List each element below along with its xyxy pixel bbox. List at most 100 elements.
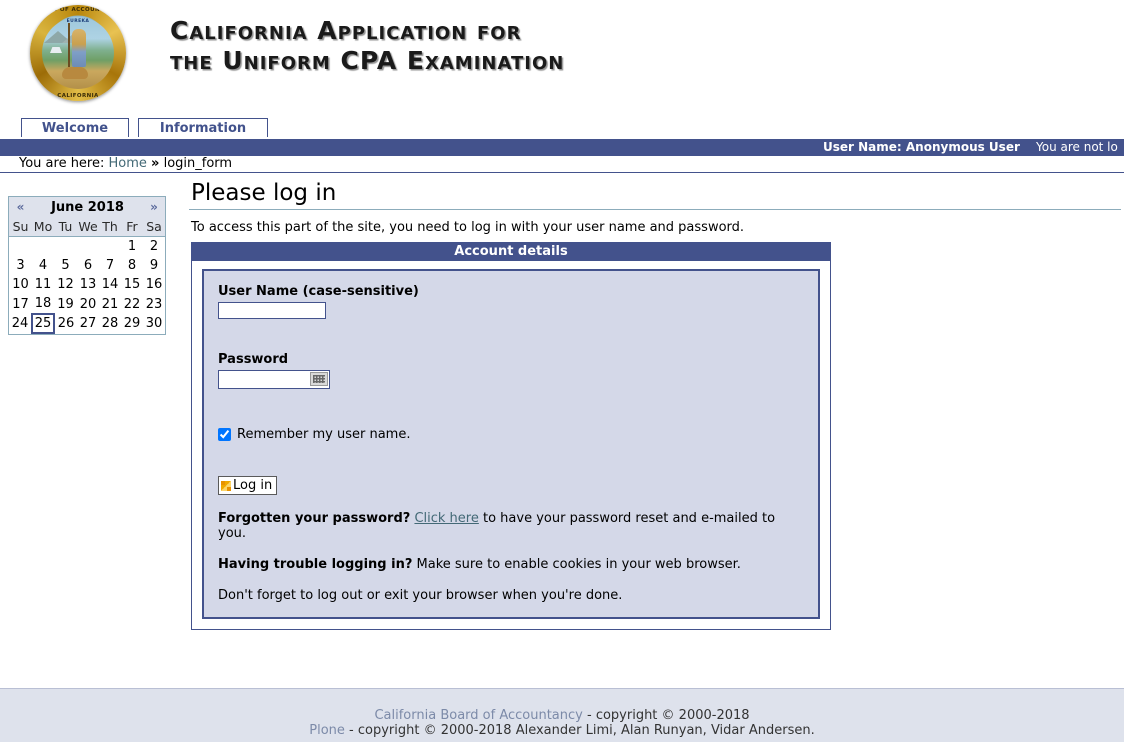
calendar-day: 21 bbox=[101, 296, 119, 312]
calendar-day: 15 bbox=[123, 277, 141, 292]
calendar-day-today: 25 bbox=[31, 313, 55, 334]
site-header: BOARD OF ACCOUNTANCY EUREKA CALIFORNIA C… bbox=[0, 0, 1124, 113]
calendar-day: 12 bbox=[57, 277, 74, 292]
seal-illustration bbox=[42, 17, 114, 89]
footer-line-1: California Board of Accountancy - copyri… bbox=[0, 708, 1124, 723]
calendar-dow-th: Th bbox=[99, 217, 121, 237]
password-label: Password bbox=[218, 352, 289, 367]
forgot-password-prompt: Forgotten your password? bbox=[218, 511, 411, 526]
calendar-day: 7 bbox=[105, 258, 115, 273]
footer-line-2: Plone - copyright © 2000-2018 Alexander … bbox=[0, 723, 1124, 738]
footer-cba-link[interactable]: California Board of Accountancy bbox=[374, 708, 582, 723]
calendar-day: 19 bbox=[57, 296, 74, 312]
calendar-day: 6 bbox=[83, 258, 93, 273]
site-footer: California Board of Accountancy - copyri… bbox=[0, 688, 1124, 742]
username-input[interactable] bbox=[218, 302, 326, 319]
calendar-dow-row: Su Mo Tu We Th Fr Sa bbox=[9, 217, 165, 237]
log-in-button[interactable]: Log in bbox=[218, 476, 278, 495]
login-form-panel: Account details User Name (case-sensitiv… bbox=[191, 242, 831, 630]
log-in-button-label: Log in bbox=[233, 478, 273, 493]
calendar-dow-su: Su bbox=[9, 217, 32, 237]
remember-username-checkbox[interactable] bbox=[218, 428, 231, 441]
calendar-week-row: 3 4 5 6 7 8 9 bbox=[9, 256, 165, 275]
calendar-day bbox=[32, 237, 54, 257]
calendar-day: 1 bbox=[127, 239, 137, 254]
tab-information[interactable]: Information bbox=[138, 118, 268, 137]
tab-welcome[interactable]: Welcome bbox=[21, 118, 129, 137]
footer-cba-copyright: - copyright © 2000-2018 bbox=[582, 708, 750, 723]
user-status-bar: User Name: Anonymous User You are not lo bbox=[0, 139, 1124, 156]
calendar-day: 20 bbox=[79, 296, 97, 312]
forgot-password-link[interactable]: Click here bbox=[414, 511, 478, 526]
site-title-line-1: California Application for bbox=[170, 16, 522, 45]
calendar-week-row: 24 25 26 27 28 29 30 bbox=[9, 313, 165, 334]
site-title-line-2: the Uniform CPA Examination bbox=[170, 46, 565, 75]
calendar-day: 17 bbox=[12, 296, 29, 312]
calendar-dow-mo: Mo bbox=[32, 217, 54, 237]
calendar-dow-sa: Sa bbox=[143, 217, 165, 237]
seal-top-text: BOARD OF ACCOUNTANCY bbox=[33, 7, 123, 13]
calendar-dow-tu: Tu bbox=[54, 217, 77, 237]
calendar-day: 3 bbox=[16, 258, 25, 273]
calendar-week-row: 10 11 12 13 14 15 16 bbox=[9, 275, 165, 294]
forgot-password-line: Forgotten your password? Click here to h… bbox=[218, 511, 804, 541]
user-name-label: User Name: Anonymous User bbox=[823, 140, 1020, 154]
password-field-wrapper bbox=[218, 370, 330, 389]
calendar-day bbox=[9, 237, 32, 257]
footer-plone-copyright: - copyright © 2000-2018 Alexander Limi, … bbox=[344, 723, 815, 738]
calendar-day: 10 bbox=[12, 277, 29, 292]
trouble-logging-in-line: Having trouble logging in? Make sure to … bbox=[218, 557, 804, 572]
account-details-header: Account details bbox=[192, 243, 830, 261]
calendar-week-row: 17 18 19 20 21 22 23 bbox=[9, 294, 165, 314]
calendar-portlet: « June 2018 » Su Mo Tu We Th Fr Sa 1 2 3… bbox=[8, 196, 166, 335]
remember-username-label[interactable]: Remember my user name. bbox=[237, 427, 410, 442]
calendar-day: 4 bbox=[38, 258, 48, 273]
global-navigation-tabs: Welcome Information bbox=[0, 118, 1124, 140]
calendar-day: 23 bbox=[145, 296, 163, 312]
calendar-dow-fr: Fr bbox=[121, 217, 143, 237]
breadcrumb-link-home[interactable]: Home bbox=[109, 156, 147, 171]
trouble-prompt: Having trouble logging in? bbox=[218, 557, 413, 572]
breadcrumb-prefix: You are here: bbox=[19, 156, 105, 171]
breadcrumb: You are here: Home » login_form bbox=[0, 156, 1124, 173]
login-arrow-icon bbox=[221, 480, 231, 491]
calendar-table: « June 2018 » Su Mo Tu We Th Fr Sa 1 2 3… bbox=[9, 197, 165, 334]
calendar-day: 30 bbox=[145, 316, 163, 331]
calendar-day: 13 bbox=[79, 277, 97, 292]
breadcrumb-separator: » bbox=[151, 156, 160, 171]
login-status-label: You are not lo bbox=[1036, 140, 1118, 154]
breadcrumb-current: login_form bbox=[163, 156, 233, 171]
calendar-day: 22 bbox=[123, 296, 141, 312]
calendar-day: 2 bbox=[149, 239, 159, 254]
calendar-week-row: 1 2 bbox=[9, 237, 165, 257]
calendar-prev-month-icon[interactable]: « bbox=[9, 197, 32, 217]
keyboard-icon[interactable] bbox=[310, 372, 328, 386]
calendar-day: 24 bbox=[11, 316, 29, 331]
calendar-day: 14 bbox=[101, 277, 119, 292]
logout-reminder: Don't forget to log out or exit your bro… bbox=[218, 588, 623, 603]
calendar-day: 11 bbox=[34, 277, 52, 292]
calendar-day bbox=[99, 237, 121, 257]
calendar-day: 18 bbox=[34, 296, 52, 311]
login-form-fields: User Name (case-sensitive) Password Reme… bbox=[202, 269, 820, 619]
footer-plone-link[interactable]: Plone bbox=[309, 723, 345, 738]
username-label: User Name (case-sensitive) bbox=[218, 284, 419, 299]
main-content: Please log in To access this part of the… bbox=[189, 180, 1124, 630]
calendar-month-year-label: June 2018 bbox=[51, 199, 124, 215]
calendar-day: 27 bbox=[79, 316, 97, 331]
calendar-day bbox=[77, 237, 99, 257]
seal-bottom-text: CALIFORNIA bbox=[57, 93, 99, 99]
seal-motto-text: EUREKA bbox=[66, 19, 90, 24]
calendar-day: 28 bbox=[101, 316, 119, 331]
calendar-day: 9 bbox=[149, 258, 159, 273]
login-form-body-wrapper: User Name (case-sensitive) Password Reme… bbox=[192, 261, 830, 629]
calendar-day: 5 bbox=[61, 258, 70, 273]
calendar-day: 8 bbox=[127, 258, 137, 273]
page-description: To access this part of the site, you nee… bbox=[191, 220, 745, 235]
calendar-day: 16 bbox=[145, 277, 163, 292]
calendar-day: 26 bbox=[57, 316, 75, 331]
calendar-header-row: « June 2018 » bbox=[9, 197, 165, 217]
calendar-next-month-icon[interactable]: » bbox=[143, 197, 165, 217]
calendar-dow-we: We bbox=[77, 217, 99, 237]
remember-row: Remember my user name. bbox=[218, 427, 804, 442]
